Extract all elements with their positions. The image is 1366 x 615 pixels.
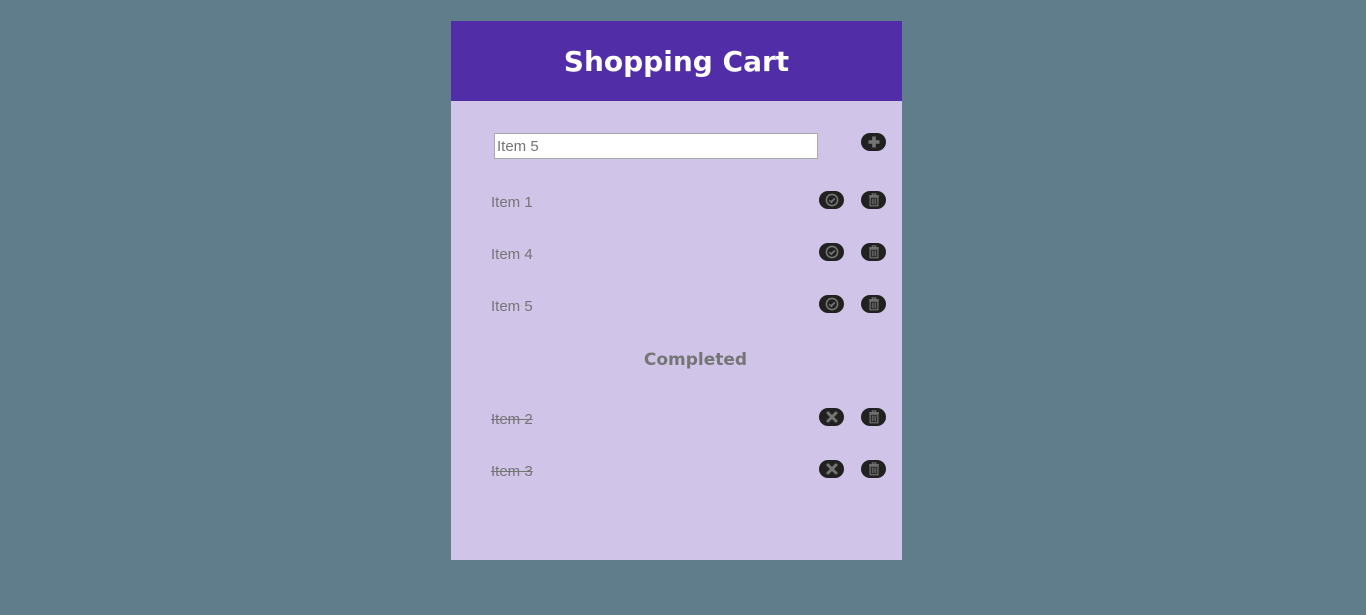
trash-icon	[868, 193, 879, 207]
check-circle-icon	[825, 193, 838, 207]
complete-item-button[interactable]	[819, 295, 844, 313]
completed-list-item: Item 2	[451, 408, 902, 432]
page-title: Shopping Cart	[563, 44, 790, 78]
header: Shopping Cart	[451, 21, 902, 101]
delete-item-button[interactable]	[861, 243, 886, 261]
trash-icon	[868, 297, 879, 311]
delete-item-button[interactable]	[861, 191, 886, 209]
item-label: Item 4	[491, 246, 533, 263]
complete-item-button[interactable]	[819, 243, 844, 261]
plus-icon	[868, 136, 879, 148]
check-circle-icon	[825, 297, 838, 311]
x-icon	[826, 463, 837, 475]
uncomplete-item-button[interactable]	[819, 460, 844, 478]
uncomplete-item-button[interactable]	[819, 408, 844, 426]
item-label: Item 5	[491, 298, 533, 315]
trash-icon	[868, 245, 879, 259]
completed-list-item: Item 3	[451, 460, 902, 484]
new-item-input[interactable]	[494, 133, 818, 159]
check-circle-icon	[825, 245, 838, 259]
completed-heading: Completed	[643, 350, 748, 370]
trash-icon	[868, 462, 879, 476]
x-icon	[826, 411, 837, 423]
list-item: Item 5	[451, 295, 902, 319]
add-item-form	[494, 133, 886, 159]
complete-item-button[interactable]	[819, 191, 844, 209]
delete-item-button[interactable]	[861, 460, 886, 478]
item-label: Item 3	[491, 463, 533, 480]
list-item: Item 4	[451, 243, 902, 267]
add-item-button[interactable]	[861, 133, 886, 151]
trash-icon	[868, 410, 879, 424]
shopping-cart-app: Shopping Cart Item 1	[451, 21, 902, 560]
delete-item-button[interactable]	[861, 408, 886, 426]
delete-item-button[interactable]	[861, 295, 886, 313]
list-item: Item 1	[451, 191, 902, 215]
item-label: Item 1	[491, 194, 533, 211]
item-label: Item 2	[491, 411, 533, 428]
